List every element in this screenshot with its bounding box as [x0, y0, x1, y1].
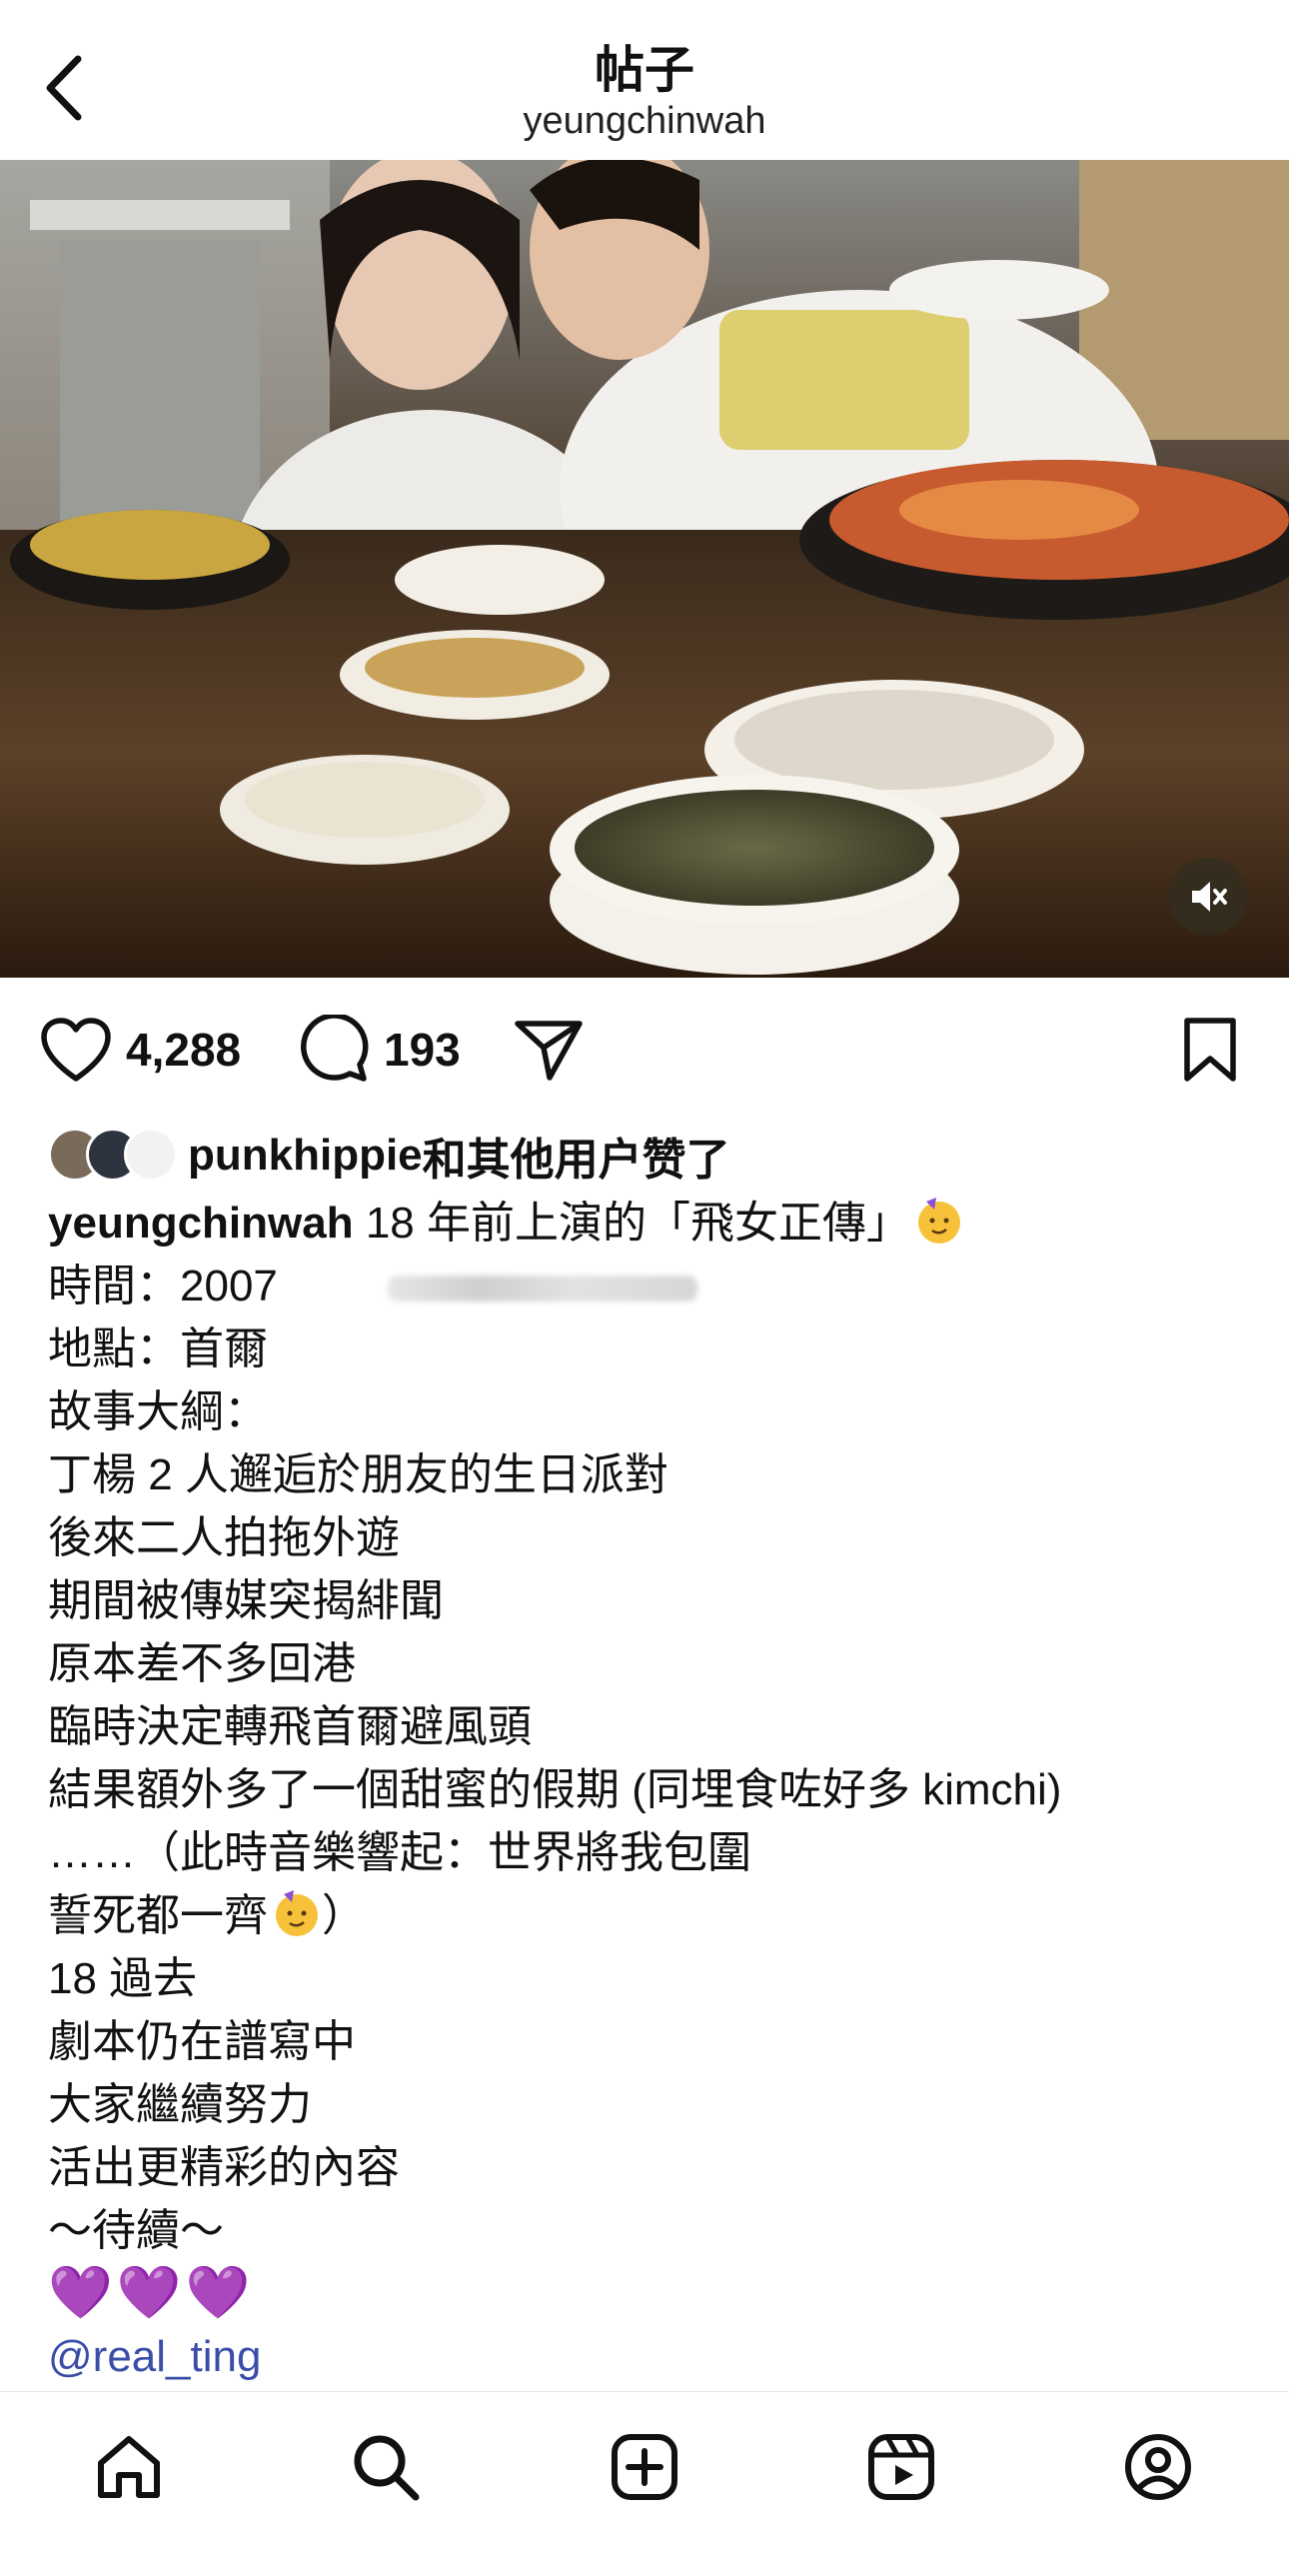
party-face-icon — [917, 1198, 960, 1244]
caption-line: ～待續～ — [48, 2206, 224, 2255]
create-icon — [612, 2434, 677, 2500]
page-title: 帖子 — [595, 42, 694, 98]
tab-reels[interactable] — [856, 2422, 946, 2512]
caption-line: 活出更精彩的內容 — [48, 2143, 400, 2192]
purple-hearts: 💜💜💜 — [48, 2264, 255, 2322]
home-icon — [98, 2436, 160, 2498]
heart-icon — [41, 1018, 111, 1082]
liked-by-line[interactable]: punkhippie 和其他用户赞了 — [48, 1126, 730, 1186]
caption-line: 18 過去 — [48, 1954, 198, 2003]
tab-profile[interactable] — [1113, 2422, 1203, 2512]
search-icon — [354, 2435, 420, 2501]
caption-username[interactable]: yeungchinwah — [48, 1199, 354, 1248]
comment-count: 193 — [384, 1024, 461, 1076]
like-button[interactable]: 4,288 — [40, 990, 241, 1110]
profile-icon — [1125, 2434, 1191, 2500]
caption-line: 丁楊 2 人邂逅於朋友的生日派對 — [48, 1450, 668, 1499]
post-caption: yeungchinwah 18 年前上演的「飛女正傳」 時間：2007 地點：首… — [48, 1192, 1247, 2388]
caption-line: 原本差不多回港 — [48, 1639, 356, 1688]
caption-line: 大家繼續努力 — [48, 2080, 312, 2129]
caption-line-text: 誓死都一齊 — [48, 1891, 268, 1940]
speaker-muted-icon — [1192, 882, 1227, 912]
post-photo[interactable] — [0, 160, 1289, 978]
tab-create[interactable] — [600, 2422, 689, 2512]
post-action-bar: 4,288 193 — [0, 990, 1289, 1110]
caption-line: 誓死都一齊 ） — [48, 1884, 1247, 1947]
caption-line: 時間：2007 — [48, 1255, 1247, 1317]
caption-line: 後來二人拍拖外遊 — [48, 1513, 400, 1562]
comment-bubble-icon — [301, 1015, 369, 1082]
save-button[interactable] — [1181, 990, 1239, 1110]
caption-line: 故事大綱： — [48, 1387, 268, 1436]
caption-line: 地點：首爾 — [48, 1324, 268, 1373]
photo-illustration — [0, 160, 1289, 978]
caption-line: 期間被傳媒突揭緋聞 — [48, 1576, 444, 1625]
tab-home[interactable] — [84, 2422, 174, 2512]
liker-username[interactable]: punkhippie — [188, 1131, 423, 1181]
caption-line-suffix: ） — [322, 1891, 366, 1940]
caption-line: 臨時決定轉飛首爾避風頭 — [48, 1702, 532, 1751]
bottom-tab-bar — [0, 2391, 1289, 2576]
caption-line-text: 時間：2007 — [48, 1262, 278, 1310]
bookmark-icon — [1184, 1018, 1236, 1082]
caption-line: 劇本仍在譜寫中 — [48, 2017, 356, 2066]
like-count: 4,288 — [126, 1024, 242, 1076]
blurred-text — [387, 1276, 697, 1302]
paper-plane-icon — [515, 1021, 583, 1081]
caption-first-line: yeungchinwah 18 年前上演的「飛女正傳」 — [48, 1192, 1247, 1255]
tab-search[interactable] — [341, 2422, 431, 2512]
comment-button[interactable]: 193 — [300, 990, 461, 1110]
avatar — [124, 1128, 178, 1182]
caption-line: 結果額外多了一個甜蜜的假期 (同埋食咗好多 kimchi) — [48, 1765, 1062, 1814]
mention-link[interactable]: @real_ting — [48, 2325, 1247, 2388]
liker-avatars — [48, 1128, 178, 1184]
party-face-icon — [276, 1890, 318, 1936]
caption-line: ……（此時音樂響起：世界將我包圍 — [48, 1828, 751, 1877]
post-author-username[interactable]: yeungchinwah — [0, 100, 1289, 143]
reels-icon — [868, 2434, 934, 2500]
caption-text: 18 年前上演的「飛女正傳」 — [353, 1199, 910, 1248]
share-button[interactable] — [514, 990, 584, 1110]
liked-by-suffix: 和其他用户赞了 — [422, 1136, 730, 1185]
top-bar: 帖子 yeungchinwah — [0, 0, 1289, 160]
mute-button[interactable] — [1169, 858, 1247, 936]
post-page: 帖子 yeungchinwah 4,288 193 punkhippie 和其他… — [0, 0, 1289, 2576]
